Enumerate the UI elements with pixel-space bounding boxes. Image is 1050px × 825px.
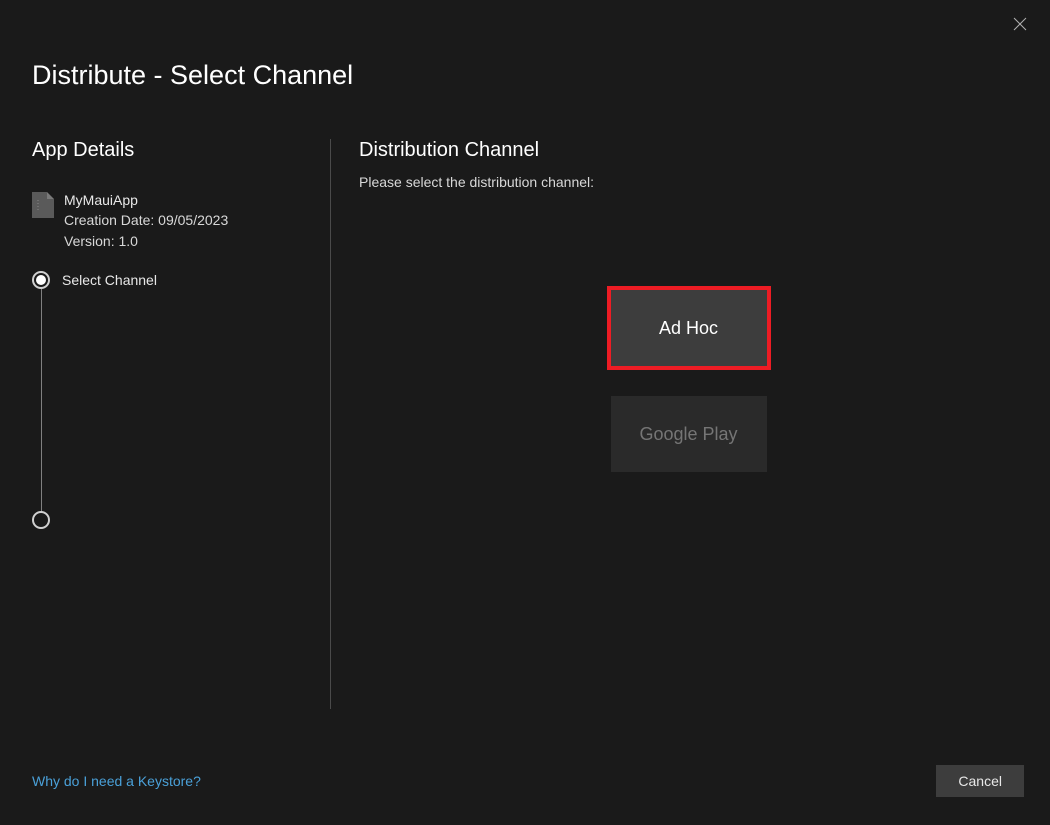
step-connector-line xyxy=(41,289,42,519)
left-panel: App Details MyMauiApp Creation Date: 09/… xyxy=(32,139,330,709)
app-details-text: MyMauiApp Creation Date: 09/05/2023 Vers… xyxy=(64,190,228,251)
distribution-channel-heading: Distribution Channel xyxy=(359,139,1018,162)
package-file-icon xyxy=(32,192,54,218)
content-area: App Details MyMauiApp Creation Date: 09/… xyxy=(0,139,1050,709)
app-version: Version: 1.0 xyxy=(64,231,228,251)
close-button[interactable] xyxy=(1008,12,1032,36)
app-details-heading: App Details xyxy=(32,139,310,162)
footer: Why do I need a Keystore? Cancel xyxy=(0,745,1050,825)
ad-hoc-button[interactable]: Ad Hoc xyxy=(611,290,767,366)
app-creation-date: Creation Date: 09/05/2023 xyxy=(64,210,228,230)
cancel-button[interactable]: Cancel xyxy=(936,765,1024,797)
app-info: MyMauiApp Creation Date: 09/05/2023 Vers… xyxy=(32,190,310,251)
page-title: Distribute - Select Channel xyxy=(0,0,1050,91)
right-panel: Distribution Channel Please select the d… xyxy=(359,139,1018,709)
channel-button-group: Ad Hoc Google Play xyxy=(359,290,1018,472)
step-bullet-active-icon xyxy=(32,271,50,289)
keystore-help-link[interactable]: Why do I need a Keystore? xyxy=(32,773,201,789)
panel-divider xyxy=(330,139,331,709)
distribution-channel-subtext: Please select the distribution channel: xyxy=(359,174,1018,190)
step-next-placeholder xyxy=(32,511,50,529)
step-label: Select Channel xyxy=(62,272,157,288)
step-list: Select Channel xyxy=(32,271,310,289)
step-bullet-inactive-icon xyxy=(32,511,50,529)
close-icon xyxy=(1013,17,1027,31)
app-name: MyMauiApp xyxy=(64,190,228,210)
google-play-button[interactable]: Google Play xyxy=(611,396,767,472)
step-select-channel: Select Channel xyxy=(32,271,310,289)
